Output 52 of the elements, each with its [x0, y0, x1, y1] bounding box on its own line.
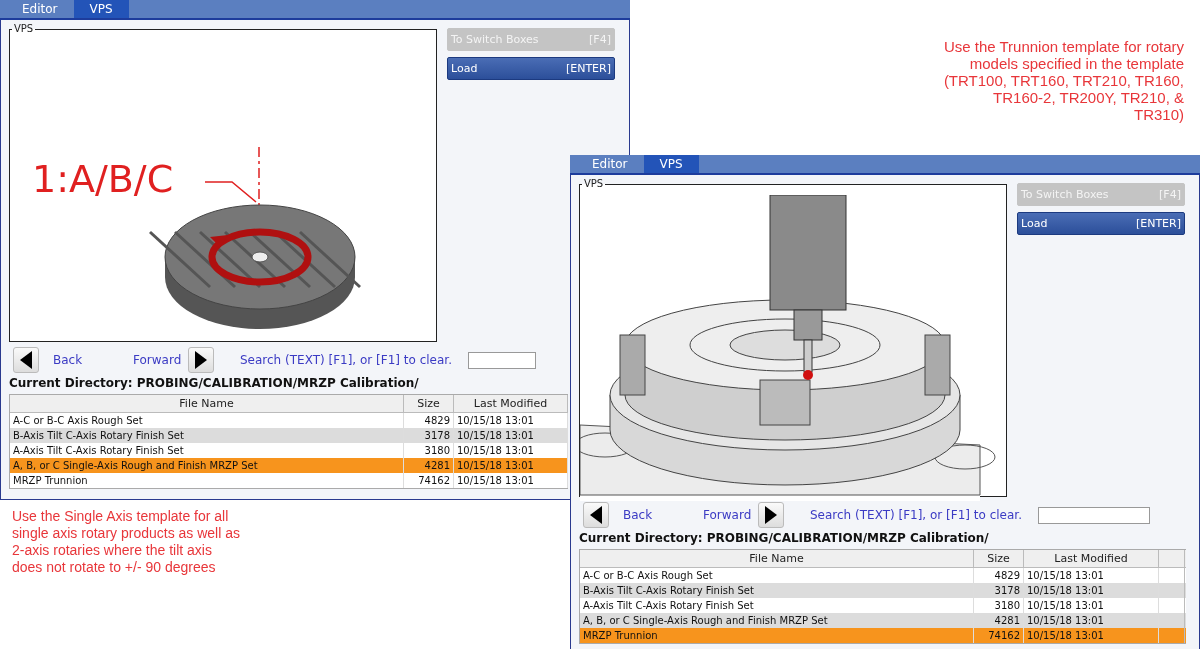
search-hint: Search (TEXT) [F1], or [F1] to clear. — [240, 353, 452, 367]
back-link[interactable]: Back — [609, 508, 689, 522]
tab[interactable]: Editor — [576, 155, 644, 173]
search-hint: Search (TEXT) [F1], or [F1] to clear. — [810, 508, 1022, 522]
leader-line — [204, 181, 257, 203]
callout-label: 1:A/B/C — [32, 157, 174, 201]
viewport-label: VPS — [583, 179, 605, 189]
tab[interactable]: VPS — [643, 155, 699, 173]
back-button[interactable] — [13, 347, 39, 373]
file-row[interactable]: A, B, or C Single-Axis Rough and Finish MRZP Set 4281 10/15/18 13:01 — [10, 458, 568, 473]
size-cell: 74162 — [404, 473, 454, 488]
action-button[interactable]: Load [ENTER] — [1017, 212, 1185, 235]
forward-link[interactable]: Forward — [689, 508, 754, 522]
file-row[interactable]: A-Axis Tilt C-Axis Rotary Finish Set 3180 10/15/18 13:01 — [580, 598, 1186, 613]
current-directory: Current Directory: PROBING/CALIBRATION/MRZP Calibration/ — [9, 376, 420, 390]
file-row[interactable]: A-Axis Tilt C-Axis Rotary Finish Set 3180 10/15/18 13:01 — [10, 443, 568, 458]
forward-button[interactable] — [188, 347, 214, 373]
tab[interactable]: VPS — [73, 0, 129, 18]
viewport-label: VPS — [13, 24, 35, 34]
annotation-text: Use the Single Axis template for all single axis rotary products as well as 2-axis rotaries where the tilt axis does not rotate to +/- 90 degrees — [12, 508, 241, 576]
action-button[interactable]: Load [ENTER] — [447, 57, 615, 80]
left-triangle-icon — [590, 506, 602, 524]
column-header[interactable]: File Name — [10, 395, 404, 412]
right-triangle-icon — [765, 506, 777, 524]
search-field[interactable] — [1038, 506, 1150, 524]
column-header[interactable]: File Name — [580, 550, 974, 567]
file-row[interactable]: B-Axis Tilt C-Axis Rotary Finish Set 3178 10/15/18 13:01 — [580, 583, 1186, 598]
size-cell: 74162 — [974, 628, 1024, 643]
right-triangle-icon — [195, 351, 207, 369]
file-row[interactable]: MRZP Trunnion 74162 10/15/18 13:01 — [580, 628, 1186, 643]
column-header[interactable]: Size — [404, 395, 454, 412]
tab[interactable]: Editor — [6, 0, 74, 18]
back-link[interactable]: Back — [39, 353, 119, 367]
file-row[interactable]: A-C or B-C Axis Rough Set 4829 10/15/18 13:01 — [580, 568, 1186, 583]
annotation-text: Use the Trunnion template for rotary models specified in the template (TRT100, TRT160, TRT210, TR160, TR160-2, TR200Y, TR210, & TR310) — [942, 38, 1184, 123]
column-header[interactable]: Last Modified — [1024, 550, 1159, 567]
search-field[interactable] — [468, 351, 536, 369]
file-row[interactable]: B-Axis Tilt C-Axis Rotary Finish Set 3178 10/15/18 13:01 — [10, 428, 568, 443]
modified-cell: 10/15/18 13:01 — [454, 473, 568, 488]
file-row[interactable]: MRZP Trunnion 74162 10/15/18 13:01 — [10, 473, 568, 488]
file-name-cell: MRZP Trunnion — [580, 628, 974, 643]
forward-link[interactable]: Forward — [119, 353, 184, 367]
back-button[interactable] — [583, 502, 609, 528]
file-row[interactable]: A, B, or C Single-Axis Rough and Finish MRZP Set 4281 10/15/18 13:01 — [580, 613, 1186, 628]
current-directory: Current Directory: PROBING/CALIBRATION/MRZP Calibration/ — [579, 531, 990, 545]
file-name-cell: MRZP Trunnion — [10, 473, 404, 488]
column-header[interactable]: Size — [974, 550, 1024, 567]
column-header[interactable]: Last Modified — [454, 395, 568, 412]
modified-cell: 10/15/18 13:01 — [1024, 628, 1159, 643]
left-triangle-icon — [20, 351, 32, 369]
file-row[interactable]: A-C or B-C Axis Rough Set 4829 10/15/18 13:01 — [10, 413, 568, 428]
forward-button[interactable] — [758, 502, 784, 528]
